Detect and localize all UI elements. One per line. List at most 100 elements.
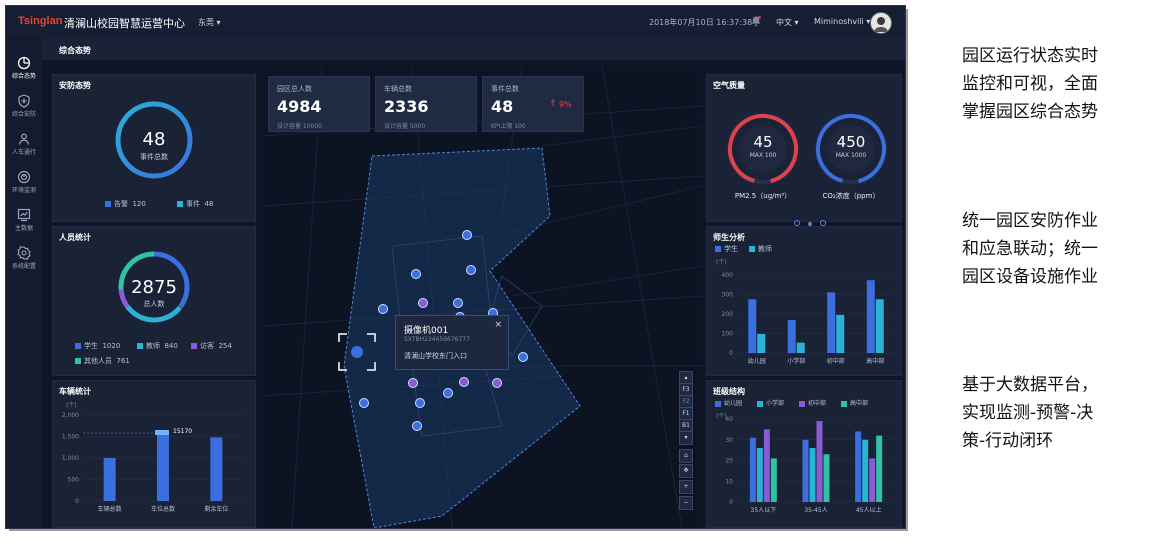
locate-icon: ✥ — [683, 467, 689, 474]
security-panel: 安防态势 48 事件总数 告警 120 事件 48 — [52, 74, 256, 222]
zoom-out-button[interactable]: − — [679, 496, 693, 510]
floor-label: B1 — [682, 422, 690, 429]
camera-marker[interactable] — [443, 388, 453, 398]
sidebar-item-label: 人车通行 — [11, 149, 36, 156]
camera-marker[interactable] — [378, 304, 388, 314]
camera-marker[interactable] — [415, 398, 425, 408]
camera-marker[interactable] — [411, 269, 421, 279]
legend-item: 事件 48 — [177, 199, 213, 209]
campus-map[interactable] — [262, 66, 702, 528]
x-tick-label: 剩余车位 — [204, 505, 228, 513]
caption-line: 统一园区安防作业 — [962, 211, 1098, 231]
map-canvas — [262, 66, 702, 528]
security-total-label: 事件总数 — [140, 153, 168, 161]
vehicle-panel: 车辆统计 (个) 0 500 1,000 1,500 2,000 车辆总数 车位总数 剩余车位… — [52, 380, 256, 528]
legend-label: 告警 — [114, 200, 128, 208]
legend-swatch — [177, 201, 183, 207]
user-menu[interactable]: Miminoshvili ▾ — [814, 17, 870, 26]
sensor-marker[interactable] — [418, 298, 428, 308]
camera-marker[interactable] — [412, 421, 422, 431]
legend-value: 840 — [164, 342, 178, 350]
camera-marker[interactable] — [462, 230, 472, 240]
bar — [770, 458, 777, 502]
close-icon[interactable]: × — [494, 320, 502, 330]
bar — [876, 435, 883, 502]
x-tick-label: 35人以下 — [751, 507, 777, 514]
locate-button[interactable]: ✥ — [679, 464, 693, 478]
caption-block: 园区运行状态实时 监控和可视，全面 掌握园区综合态势 — [962, 42, 1142, 126]
language-selector[interactable]: 中文 ▾ — [776, 17, 799, 28]
sidebar-item-security[interactable]: 综合安防 — [6, 92, 42, 126]
camera-marker[interactable] — [466, 265, 476, 275]
environment-icon — [17, 170, 31, 184]
stat-value: 48 — [491, 97, 514, 116]
y-tick-label: 0 — [729, 350, 733, 357]
bell-icon[interactable] — [750, 15, 762, 27]
bar — [157, 432, 169, 501]
caption-line: 园区设备设施作业 — [962, 267, 1098, 287]
sidebar-item-access[interactable]: 人车通行 — [6, 130, 42, 164]
bar — [809, 448, 816, 502]
caption-line: 实现监测-预警-决 — [962, 403, 1094, 423]
camera-popup: 摄像机001 × SXTBH234456676777 清澜山学校东门入口 — [395, 315, 509, 370]
brand-logo[interactable]: Tsinglan — [18, 15, 62, 27]
legend-swatch — [105, 201, 111, 207]
teacher-student-panel: 师生分析 学生 教师 (个) 0 100 200 300 400 幼儿园 小学部 初中部 高中部 — [706, 226, 902, 376]
bar — [787, 320, 796, 353]
camera-marker[interactable] — [359, 398, 369, 408]
sensor-marker[interactable] — [459, 377, 469, 387]
chart-icon — [17, 208, 31, 222]
bar — [757, 333, 766, 353]
language-label: 中文 — [776, 18, 792, 27]
sidebar-item-master-data[interactable]: 主数据 — [6, 206, 42, 240]
floor-down-button[interactable]: ▾ — [679, 431, 693, 445]
camera-marker[interactable] — [518, 352, 528, 362]
legend-label: 学生 — [84, 342, 98, 350]
legend-value: 1020 — [102, 342, 121, 350]
peak-value-label: 15170 — [173, 428, 193, 435]
legend-item: 告警 120 — [105, 199, 146, 209]
chevron-down-icon: ▾ — [794, 18, 799, 27]
stat-value: 2336 — [384, 97, 429, 116]
legend-item: 访客 254 — [191, 341, 232, 351]
bar — [103, 458, 116, 501]
stat-subtext: 设计容量 5000 — [384, 123, 426, 130]
avatar[interactable] — [870, 12, 892, 34]
sidebar-item-label: 系统配置 — [11, 263, 36, 270]
sidebar-item-environment[interactable]: 环境监测 — [6, 168, 42, 202]
city-selector[interactable]: 东莞 ▾ — [198, 17, 221, 28]
y-tick-label: 0 — [729, 499, 733, 506]
home-button[interactable]: ⌂ — [679, 449, 693, 463]
sidebar-item-overview[interactable]: 综合态势 — [6, 54, 42, 88]
legend-label: 事件 — [186, 200, 200, 208]
camera-marker[interactable] — [453, 298, 463, 308]
top-bar: Tsinglan 清澜山校园智慧运营中心 东莞 ▾ 2018年07月10日 16… — [6, 6, 905, 39]
bar — [763, 429, 770, 502]
y-tick-label: 500 — [68, 477, 80, 484]
legend-value: 254 — [218, 342, 232, 350]
trend-value: 9% — [559, 100, 572, 109]
y-tick-label: 400 — [722, 272, 734, 279]
sidebar-item-label: 环境监测 — [11, 187, 36, 194]
floor-label: F2 — [682, 398, 690, 405]
caption-line: 掌握园区综合态势 — [962, 102, 1098, 122]
sidebar: 综合态势 综合安防 人车通行 环境监测 主数据 系统配置 — [6, 38, 42, 528]
bar — [866, 280, 875, 353]
selected-camera-frame[interactable] — [337, 332, 377, 372]
y-tick-label: 10 — [725, 478, 733, 485]
x-tick-label: 小学部 — [787, 357, 805, 365]
x-tick-label: 初中部 — [827, 357, 845, 365]
sidebar-item-label: 综合安防 — [11, 111, 36, 118]
y-tick-label: 20 — [725, 458, 733, 465]
x-tick-label: 幼儿园 — [748, 357, 766, 365]
stat-card-events: 事件总数 48 KPI上限 100 ⇑ 9% — [482, 76, 584, 132]
zoom-in-button[interactable]: + — [679, 480, 693, 494]
sensor-marker[interactable] — [492, 378, 502, 388]
gear-icon — [17, 246, 31, 260]
legend-value: 120 — [132, 200, 146, 208]
co2-label: CO₂浓度（ppm） — [822, 192, 880, 200]
sensor-marker[interactable] — [408, 378, 418, 388]
sidebar-item-settings[interactable]: 系统配置 — [6, 244, 42, 278]
pm25-value: 45 — [753, 133, 773, 151]
x-tick-label: 车位总数 — [151, 505, 175, 513]
